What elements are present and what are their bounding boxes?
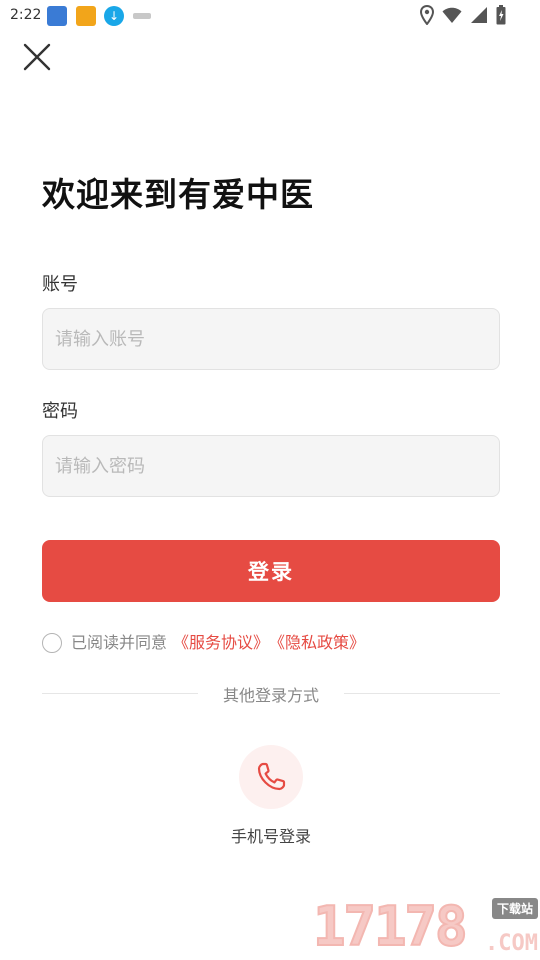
account-label: 账号 — [42, 274, 78, 295]
phone-login-label: 手机号登录 — [230, 827, 311, 846]
agreement-text: 已阅读并同意 — [71, 633, 168, 652]
signal-icon — [471, 7, 487, 23]
account-field-box — [42, 308, 500, 370]
battery-icon — [496, 5, 506, 25]
wifi-icon — [442, 7, 462, 23]
status-bar: 2:22 ↓ — [0, 0, 540, 32]
phone-icon-circle — [239, 745, 303, 809]
password-input[interactable] — [43, 436, 499, 496]
login-button[interactable]: 登录 — [42, 540, 500, 602]
privacy-policy-link[interactable]: 《隐私政策》 — [269, 629, 365, 653]
close-icon — [23, 43, 51, 71]
password-label: 密码 — [42, 401, 78, 422]
watermark-domain: .COM — [485, 931, 538, 956]
notification-app-icon — [76, 6, 96, 26]
agreement-row: 已阅读并同意 《服务协议》 《隐私政策》 — [42, 629, 365, 653]
status-icons — [420, 5, 506, 25]
notification-app-icon — [47, 6, 67, 26]
status-time: 2:22 — [10, 7, 42, 23]
phone-icon — [257, 762, 286, 791]
agreement-checkbox[interactable] — [42, 632, 62, 653]
account-input[interactable] — [43, 309, 499, 369]
location-icon — [420, 5, 434, 25]
close-button[interactable] — [18, 38, 56, 76]
watermark-logo: 17178 下载站 .COM — [312, 894, 538, 960]
watermark-badge: 下载站 — [491, 898, 538, 919]
watermark-digits: 17178 — [312, 894, 469, 959]
service-agreement-link[interactable]: 《服务协议》 — [173, 629, 269, 653]
password-field-box — [42, 435, 500, 497]
download-icon: ↓ — [104, 6, 124, 26]
other-login-title: 其他登录方式 — [222, 686, 319, 705]
page-title: 欢迎来到有爱中医 — [42, 175, 314, 214]
notification-app-icon — [133, 13, 151, 19]
divider-line — [344, 693, 500, 694]
phone-login-button[interactable]: 手机号登录 — [220, 745, 322, 847]
other-login-divider: 其他登录方式 — [42, 682, 500, 705]
